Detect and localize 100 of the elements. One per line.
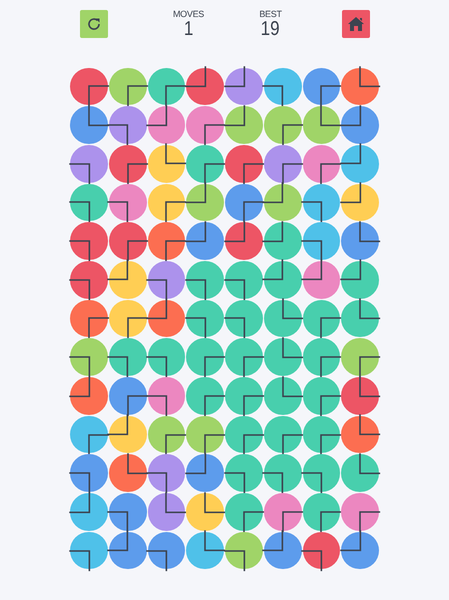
colored-dot[interactable] <box>108 454 146 492</box>
colored-dot[interactable] <box>70 68 108 106</box>
colored-dot[interactable] <box>70 144 108 183</box>
colored-dot[interactable] <box>70 338 108 376</box>
colored-dot[interactable] <box>148 338 186 376</box>
colored-dot[interactable] <box>70 222 108 260</box>
colored-dot[interactable] <box>148 377 186 415</box>
colored-dot[interactable] <box>108 377 146 415</box>
colored-dot[interactable] <box>148 532 186 570</box>
colored-dot[interactable] <box>148 300 186 338</box>
colored-dot[interactable] <box>148 184 186 222</box>
colored-dot[interactable] <box>108 532 146 570</box>
colored-dot[interactable] <box>341 68 379 106</box>
colored-dot[interactable] <box>148 106 186 144</box>
colored-dot[interactable] <box>341 454 379 492</box>
colored-dot[interactable] <box>341 300 379 338</box>
colored-dot[interactable] <box>186 68 224 106</box>
colored-dot[interactable] <box>302 454 340 492</box>
colored-dot[interactable] <box>341 416 379 454</box>
colored-dot[interactable] <box>302 377 340 415</box>
colored-dot[interactable] <box>341 338 379 376</box>
colored-dot[interactable] <box>264 493 302 531</box>
colored-dot[interactable] <box>341 377 379 415</box>
colored-dot[interactable] <box>186 416 224 454</box>
colored-dot[interactable] <box>264 222 302 260</box>
colored-dot[interactable] <box>108 416 146 454</box>
colored-dot[interactable] <box>108 68 146 106</box>
colored-dot[interactable] <box>108 338 146 376</box>
colored-dot[interactable] <box>341 222 379 260</box>
colored-dot[interactable] <box>108 222 146 260</box>
colored-dot[interactable] <box>148 222 186 260</box>
colored-dot[interactable] <box>186 222 224 260</box>
colored-dot[interactable] <box>341 532 379 570</box>
colored-dot[interactable] <box>302 338 340 376</box>
colored-dot[interactable] <box>225 493 263 531</box>
colored-dot[interactable] <box>302 300 340 338</box>
colored-dot[interactable] <box>186 144 224 183</box>
colored-dot[interactable] <box>225 416 263 454</box>
colored-dot[interactable] <box>70 532 108 570</box>
colored-dot[interactable] <box>225 68 263 106</box>
colored-dot[interactable] <box>186 184 224 222</box>
colored-dot[interactable] <box>148 493 186 531</box>
colored-dot[interactable] <box>341 260 379 299</box>
colored-dot[interactable] <box>70 106 108 144</box>
colored-dot[interactable] <box>302 184 340 222</box>
colored-dot[interactable] <box>264 144 302 183</box>
colored-dot[interactable] <box>225 222 263 260</box>
colored-dot[interactable] <box>302 222 340 260</box>
colored-dot[interactable] <box>225 260 263 299</box>
colored-dot[interactable] <box>186 300 224 338</box>
colored-dot[interactable] <box>70 260 108 299</box>
colored-dot[interactable] <box>186 106 224 144</box>
colored-dot[interactable] <box>264 68 302 106</box>
colored-dot[interactable] <box>186 454 224 492</box>
colored-dot[interactable] <box>341 493 379 531</box>
colored-dot[interactable] <box>70 184 108 222</box>
colored-dot[interactable] <box>148 454 186 492</box>
colored-dot[interactable] <box>108 184 146 222</box>
colored-dot[interactable] <box>108 144 146 183</box>
restart-button[interactable] <box>80 10 108 38</box>
colored-dot[interactable] <box>264 106 302 144</box>
colored-dot[interactable] <box>225 184 263 222</box>
colored-dot[interactable] <box>341 184 379 222</box>
colored-dot[interactable] <box>186 493 224 531</box>
colored-dot[interactable] <box>225 144 263 183</box>
colored-dot[interactable] <box>225 106 263 144</box>
colored-dot[interactable] <box>70 416 108 454</box>
colored-dot[interactable] <box>70 300 108 338</box>
colored-dot[interactable] <box>225 338 263 376</box>
colored-dot[interactable] <box>225 300 263 338</box>
colored-dot[interactable] <box>70 454 108 492</box>
colored-dot[interactable] <box>341 144 379 183</box>
colored-dot[interactable] <box>341 106 379 144</box>
colored-dot[interactable] <box>225 377 263 415</box>
colored-dot[interactable] <box>264 416 302 454</box>
colored-dot[interactable] <box>302 416 340 454</box>
colored-dot[interactable] <box>186 338 224 376</box>
colored-dot[interactable] <box>70 493 108 531</box>
colored-dot[interactable] <box>225 532 263 570</box>
colored-dot[interactable] <box>264 260 302 299</box>
colored-dot[interactable] <box>302 106 340 144</box>
home-button[interactable] <box>342 10 370 38</box>
colored-dot[interactable] <box>108 106 146 144</box>
colored-dot[interactable] <box>108 260 146 299</box>
colored-dot[interactable] <box>264 338 302 376</box>
colored-dot[interactable] <box>148 144 186 183</box>
colored-dot[interactable] <box>148 68 186 106</box>
colored-dot[interactable] <box>302 260 340 299</box>
colored-dot[interactable] <box>186 260 224 299</box>
colored-dot[interactable] <box>302 144 340 183</box>
colored-dot[interactable] <box>302 532 340 570</box>
colored-dot[interactable] <box>148 260 186 299</box>
colored-dot[interactable] <box>302 68 340 106</box>
colored-dot[interactable] <box>302 493 340 531</box>
colored-dot[interactable] <box>108 493 146 531</box>
colored-dot[interactable] <box>264 454 302 492</box>
colored-dot[interactable] <box>108 300 146 338</box>
colored-dot[interactable] <box>148 416 186 454</box>
colored-dot[interactable] <box>186 532 224 570</box>
colored-dot[interactable] <box>264 184 302 222</box>
